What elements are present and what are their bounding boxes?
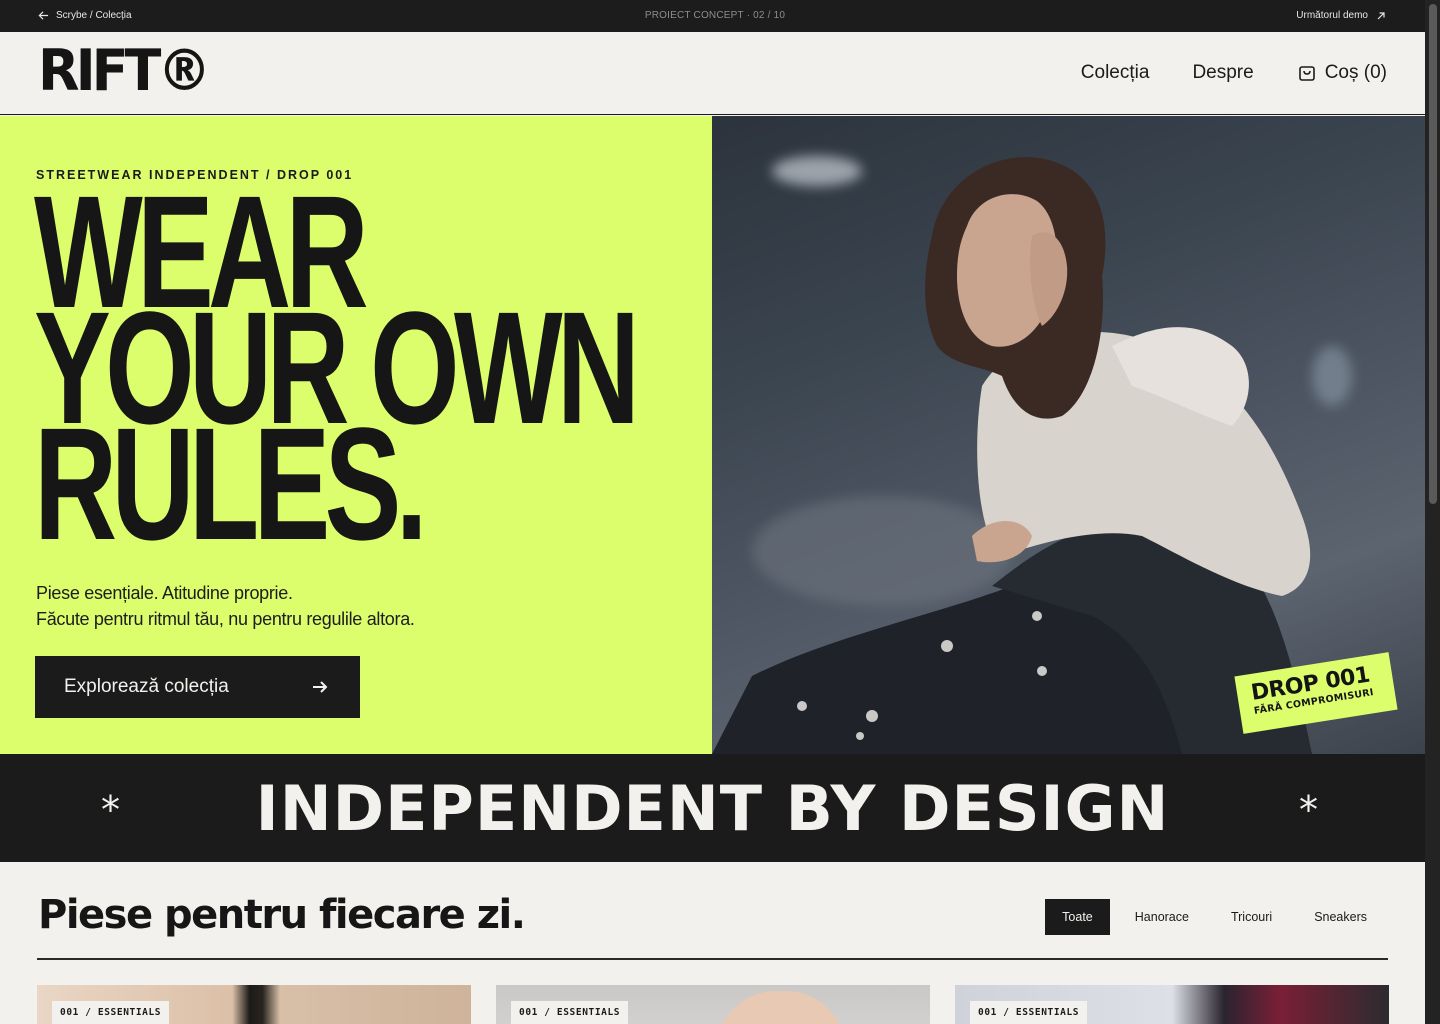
- nav-item-about[interactable]: Despre: [1192, 62, 1253, 84]
- page: RIFT® Colecția Despre Coș (0) STREETWEAR…: [0, 32, 1425, 1024]
- shopping-bag-icon: [1298, 66, 1315, 81]
- cart-button[interactable]: Coș (0): [1297, 62, 1387, 84]
- section-divider: [37, 958, 1388, 960]
- products-title: Piese pentru fiecare zi.: [38, 892, 526, 938]
- hero-photo: DROP 001 FĂRĂ COMPROMISURI: [712, 116, 1425, 754]
- main-nav: Colecția Despre Coș (0): [1081, 62, 1387, 84]
- nav-item-collection[interactable]: Colecția: [1081, 62, 1150, 84]
- next-demo-link[interactable]: Următorul demo: [1296, 10, 1386, 21]
- next-demo-label: Următorul demo: [1296, 10, 1368, 21]
- arrow-right-icon: [313, 681, 328, 693]
- hero-subtitle-line: Făcute pentru ritmul tău, nu pentru regu…: [36, 609, 415, 629]
- site-header: RIFT® Colecția Despre Coș (0): [0, 32, 1425, 115]
- asterisk-icon: *: [1299, 788, 1318, 832]
- product-card[interactable]: 001 / ESSENTIALS: [37, 985, 471, 1024]
- hero-panel: STREETWEAR INDEPENDENT / DROP 001 WEAR Y…: [0, 116, 712, 754]
- demo-bar: Scrybe / Colecția PROIECT CONCEPT · 02 /…: [0, 0, 1440, 32]
- hero-subtitle-line: Piese esențiale. Atitudine proprie.: [36, 583, 293, 603]
- product-tag: 001 / ESSENTIALS: [52, 1001, 170, 1024]
- product-tag: 001 / ESSENTIALS: [970, 1001, 1088, 1024]
- filter-all[interactable]: Toate: [1045, 899, 1110, 935]
- hero-subtitle: Piese esențiale. Atitudine proprie. Făcu…: [36, 580, 415, 632]
- hero-headline: WEAR YOUR OWN RULES.: [34, 172, 640, 564]
- hand-shape: [716, 991, 846, 1024]
- logo[interactable]: RIFT®: [38, 42, 211, 100]
- explore-collection-button[interactable]: Explorează colecția: [35, 656, 360, 718]
- product-card[interactable]: 001 / ESSENTIALS: [496, 985, 930, 1024]
- cart-label: Coș (0): [1324, 62, 1387, 83]
- filter-sneakers[interactable]: Sneakers: [1293, 899, 1388, 935]
- category-filters: Toate Hanorace Tricouri Sneakers: [1045, 899, 1388, 935]
- scrollbar-thumb[interactable]: [1429, 4, 1437, 504]
- filter-tshirts[interactable]: Tricouri: [1210, 899, 1293, 935]
- filter-hoodies[interactable]: Hanorace: [1114, 899, 1210, 935]
- band-text: INDEPENDENT BY DESIGN: [255, 772, 1170, 845]
- marquee-band: * INDEPENDENT BY DESIGN *: [0, 754, 1425, 862]
- product-tag: 001 / ESSENTIALS: [511, 1001, 629, 1024]
- arrow-up-right-icon: [1377, 11, 1385, 19]
- model-photo: [712, 157, 1312, 754]
- cta-label: Explorează colecția: [64, 676, 229, 697]
- project-counter: PROIECT CONCEPT · 02 / 10: [644, 10, 786, 21]
- product-card[interactable]: 001 / ESSENTIALS: [955, 985, 1389, 1024]
